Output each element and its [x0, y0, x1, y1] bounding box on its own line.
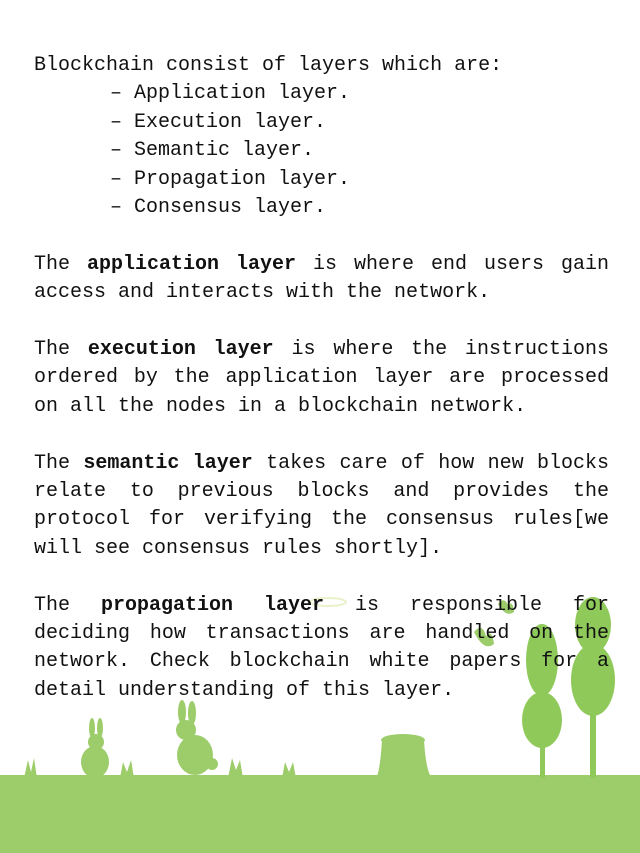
list-item: Consensus layer.: [110, 194, 609, 222]
grass-ground: [0, 775, 640, 853]
rabbit-icon: [176, 700, 218, 775]
paragraph-lead: The: [34, 451, 84, 475]
paragraph-lead: The: [34, 252, 87, 276]
execution-layer-paragraph: The execution layer is where the instruc…: [34, 336, 609, 421]
intro-text: Blockchain consist of layers which are:: [34, 54, 503, 77]
semantic-layer-paragraph: The semantic layer takes care of how new…: [34, 450, 609, 564]
paragraph-term: propagation layer: [101, 593, 325, 617]
paragraph-lead: The: [34, 593, 101, 617]
list-item: Execution layer.: [110, 109, 609, 137]
paragraph-lead: The: [34, 338, 88, 362]
propagation-layer-paragraph: The propagation layer is responsible for…: [34, 592, 609, 706]
application-layer-paragraph: The application layer is where end users…: [34, 251, 609, 308]
paragraph-term: application layer: [87, 252, 297, 276]
list-item: Propagation layer.: [110, 166, 609, 194]
layer-list: Application layer. Execution layer. Sema…: [34, 80, 609, 222]
document-page: Blockchain consist of layers which are: …: [0, 0, 640, 853]
list-item: Application layer.: [110, 80, 609, 108]
document-body: Blockchain consist of layers which are: …: [34, 52, 609, 705]
paragraph-term: semantic layer: [83, 451, 253, 475]
list-item: Semantic layer.: [110, 137, 609, 165]
paragraph-term: execution layer: [87, 338, 274, 362]
rabbit-icon: [81, 718, 109, 778]
tree-stump-icon: [376, 734, 432, 778]
